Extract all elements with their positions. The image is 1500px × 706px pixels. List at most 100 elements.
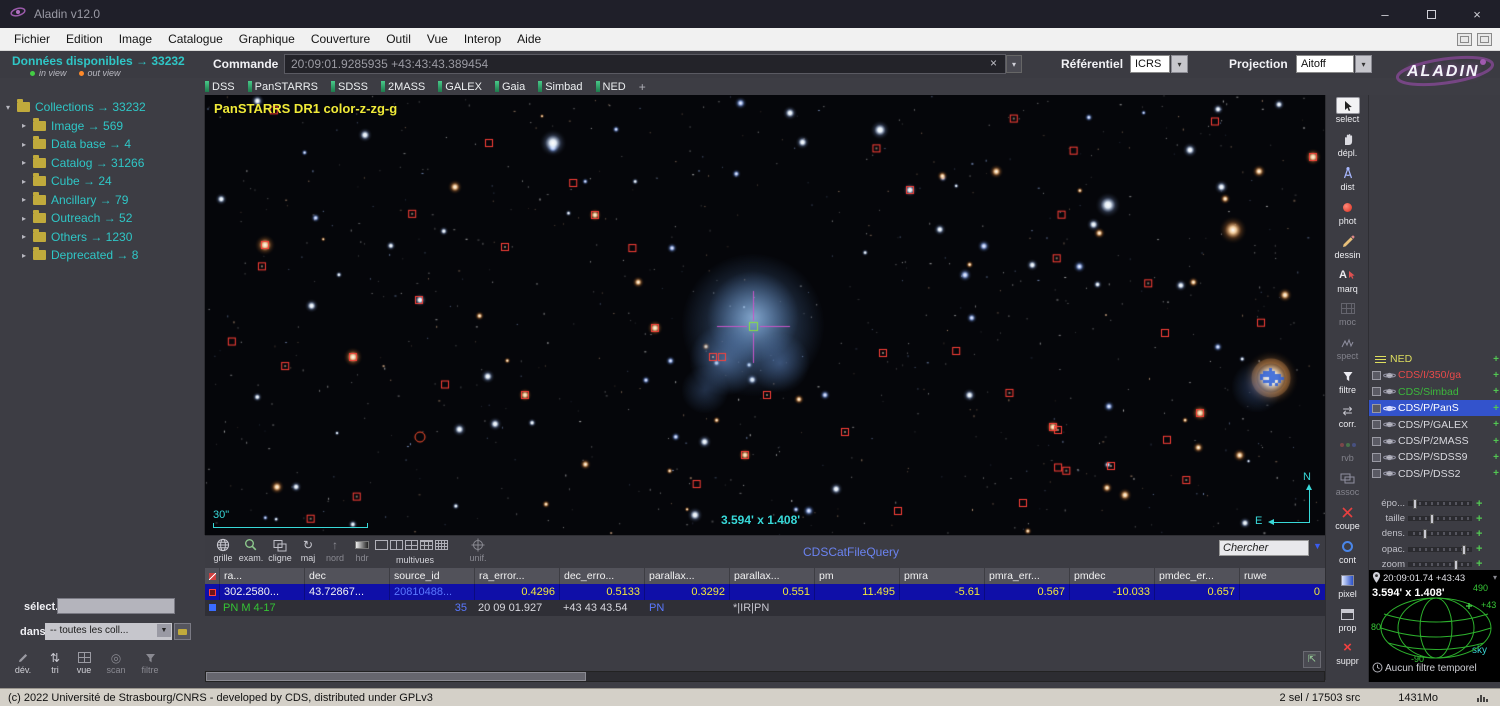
tool-photometry[interactable]: phot bbox=[1326, 199, 1369, 226]
cell[interactable]: -5.61 bbox=[899, 584, 984, 600]
plane-expand-icon[interactable]: + bbox=[1493, 354, 1499, 365]
view-4-button[interactable] bbox=[405, 540, 418, 550]
projection-dropdown-icon[interactable]: ▾ bbox=[1355, 55, 1372, 73]
match-tool[interactable]: unif. bbox=[463, 538, 493, 563]
cell-type[interactable]: PN bbox=[649, 600, 664, 616]
tool-draw[interactable]: dessin bbox=[1326, 233, 1369, 260]
menu-couverture[interactable]: Couverture bbox=[303, 32, 378, 46]
menu-graphique[interactable]: Graphique bbox=[231, 32, 303, 46]
globe-preview[interactable] bbox=[1374, 596, 1496, 660]
expand-icon[interactable]: ▸ bbox=[22, 195, 33, 204]
column-header[interactable]: source_id bbox=[389, 568, 474, 584]
slider-plus-button[interactable]: + bbox=[1476, 513, 1482, 525]
view-16-button[interactable] bbox=[435, 540, 448, 550]
slider-track[interactable] bbox=[1408, 559, 1472, 570]
close-button[interactable]: × bbox=[1454, 0, 1500, 28]
tree-item-others[interactable]: ▸ Others → 1230 bbox=[0, 228, 204, 247]
view-2-button[interactable] bbox=[390, 540, 403, 550]
menu-interop[interactable]: Interop bbox=[456, 32, 509, 46]
tool-properties[interactable]: prop bbox=[1326, 606, 1369, 633]
view-9-button[interactable] bbox=[420, 540, 433, 550]
slider-track[interactable] bbox=[1408, 499, 1472, 509]
plane-checkbox[interactable] bbox=[1372, 403, 1381, 413]
expand-icon[interactable]: ▾ bbox=[6, 103, 17, 112]
maximize-button[interactable] bbox=[1408, 0, 1454, 28]
tool-match[interactable]: ⇄ corr. bbox=[1326, 402, 1369, 430]
slider-plus-button[interactable]: + bbox=[1476, 543, 1482, 555]
cell-flags[interactable]: *|IR|PN bbox=[733, 600, 769, 616]
tool-moc[interactable]: moc bbox=[1326, 300, 1369, 327]
tree-item-database[interactable]: ▸ Data base → 4 bbox=[0, 135, 204, 154]
available-data-label[interactable]: Données disponibles → 33232 bbox=[12, 54, 185, 68]
column-header[interactable]: parallax... bbox=[644, 568, 729, 584]
expand-icon[interactable]: ▸ bbox=[22, 232, 33, 241]
plane-expand-icon[interactable]: + bbox=[1493, 436, 1499, 447]
expand-icon[interactable]: ▸ bbox=[22, 177, 33, 186]
cell[interactable]: -10.033 bbox=[1069, 584, 1154, 600]
hdr-tool[interactable]: hdr bbox=[348, 538, 376, 563]
tree-item-deprecated[interactable]: ▸ Deprecated → 8 bbox=[0, 246, 204, 265]
slider-plus-button[interactable]: + bbox=[1476, 498, 1482, 510]
plane-expand-icon[interactable]: + bbox=[1493, 419, 1499, 430]
column-header[interactable]: parallax... bbox=[729, 568, 814, 584]
sky-canvas[interactable] bbox=[205, 95, 1325, 535]
slider-thumb[interactable] bbox=[1422, 529, 1427, 540]
slider-thumb[interactable] bbox=[1412, 499, 1417, 509]
slider-thumb[interactable] bbox=[1462, 544, 1467, 555]
slider-epoch[interactable]: épo... + bbox=[1369, 496, 1500, 511]
expand-icon[interactable]: ▸ bbox=[22, 158, 33, 167]
menu-outil[interactable]: Outil bbox=[378, 32, 419, 46]
column-header[interactable]: ra_error... bbox=[474, 568, 559, 584]
tool-rgb[interactable]: rvb bbox=[1326, 436, 1369, 463]
current-position[interactable]: 20:09:01.74 +43:43 bbox=[1383, 573, 1465, 584]
sort-tool[interactable]: ⇅ tri bbox=[42, 650, 68, 676]
slider-track[interactable] bbox=[1408, 544, 1472, 555]
tab-simbad[interactable]: Simbad bbox=[538, 81, 583, 93]
tab-add[interactable]: + bbox=[639, 80, 646, 94]
tool-associate[interactable]: assoc bbox=[1326, 470, 1369, 497]
column-header[interactable]: dec bbox=[304, 568, 389, 584]
tool-spectrum[interactable]: spect bbox=[1326, 334, 1369, 361]
tab-panstarrs[interactable]: PanSTARRS bbox=[247, 81, 318, 93]
export-table-button[interactable]: ⇱ bbox=[1303, 651, 1321, 668]
menu-image[interactable]: Image bbox=[111, 32, 160, 46]
table-horizontal-scrollbar[interactable] bbox=[205, 671, 1325, 682]
slider-plus-button[interactable]: + bbox=[1476, 558, 1482, 570]
menu-fichier[interactable]: Fichier bbox=[6, 32, 58, 46]
expand-icon[interactable]: ▸ bbox=[22, 214, 33, 223]
cell[interactable]: 0.657 bbox=[1154, 584, 1239, 600]
column-header[interactable]: dec_erro... bbox=[559, 568, 644, 584]
plane-checkbox[interactable] bbox=[1372, 436, 1381, 446]
cell[interactable]: 0.5133 bbox=[559, 584, 644, 600]
plane-expand-icon[interactable]: + bbox=[1493, 370, 1499, 381]
scrollbar-thumb[interactable] bbox=[206, 672, 586, 681]
referential-dropdown-icon[interactable]: ▾ bbox=[1171, 55, 1188, 73]
command-dropdown-icon[interactable]: ▾ bbox=[1006, 55, 1022, 73]
tree-item-image[interactable]: ▸ Image → 569 bbox=[0, 117, 204, 136]
tree-root-collections[interactable]: ▾ Collections → 33232 bbox=[0, 98, 204, 117]
plane-expand-icon[interactable]: + bbox=[1493, 403, 1499, 414]
slider-size[interactable]: taille + bbox=[1369, 511, 1500, 526]
tab-sdss[interactable]: SDSS bbox=[331, 81, 368, 93]
projection-select[interactable]: Aitoff bbox=[1296, 55, 1354, 73]
tool-cut[interactable]: coupe bbox=[1326, 504, 1369, 531]
column-header[interactable]: ra... bbox=[219, 568, 304, 584]
expand-icon[interactable]: ▸ bbox=[22, 121, 33, 130]
tool-delete[interactable]: × suppr bbox=[1326, 639, 1369, 666]
stack-plane-panstarrs[interactable]: CDS/P/PanS + bbox=[1369, 400, 1500, 417]
tool-tag[interactable]: A marq bbox=[1326, 267, 1369, 294]
tree-item-outreach[interactable]: ▸ Outreach → 52 bbox=[0, 209, 204, 228]
column-header[interactable]: pmra_err... bbox=[984, 568, 1069, 584]
slider-thumb[interactable] bbox=[1453, 559, 1458, 570]
cell-dec[interactable]: +43 43 43.54 bbox=[563, 600, 628, 616]
tree-item-ancillary[interactable]: ▸ Ancillary → 79 bbox=[0, 191, 204, 210]
slider-track[interactable] bbox=[1408, 514, 1472, 525]
blink-tool[interactable]: cligne bbox=[263, 538, 297, 563]
plane-checkbox[interactable] bbox=[1372, 370, 1381, 380]
command-input[interactable] bbox=[284, 54, 1006, 74]
refresh-tool[interactable]: ↻ maj bbox=[295, 538, 321, 563]
tool-distance[interactable]: dist bbox=[1326, 165, 1369, 192]
cell[interactable]: 0.567 bbox=[984, 584, 1069, 600]
referential-select[interactable]: ICRS bbox=[1130, 55, 1170, 73]
menu-catalogue[interactable]: Catalogue bbox=[160, 32, 231, 46]
